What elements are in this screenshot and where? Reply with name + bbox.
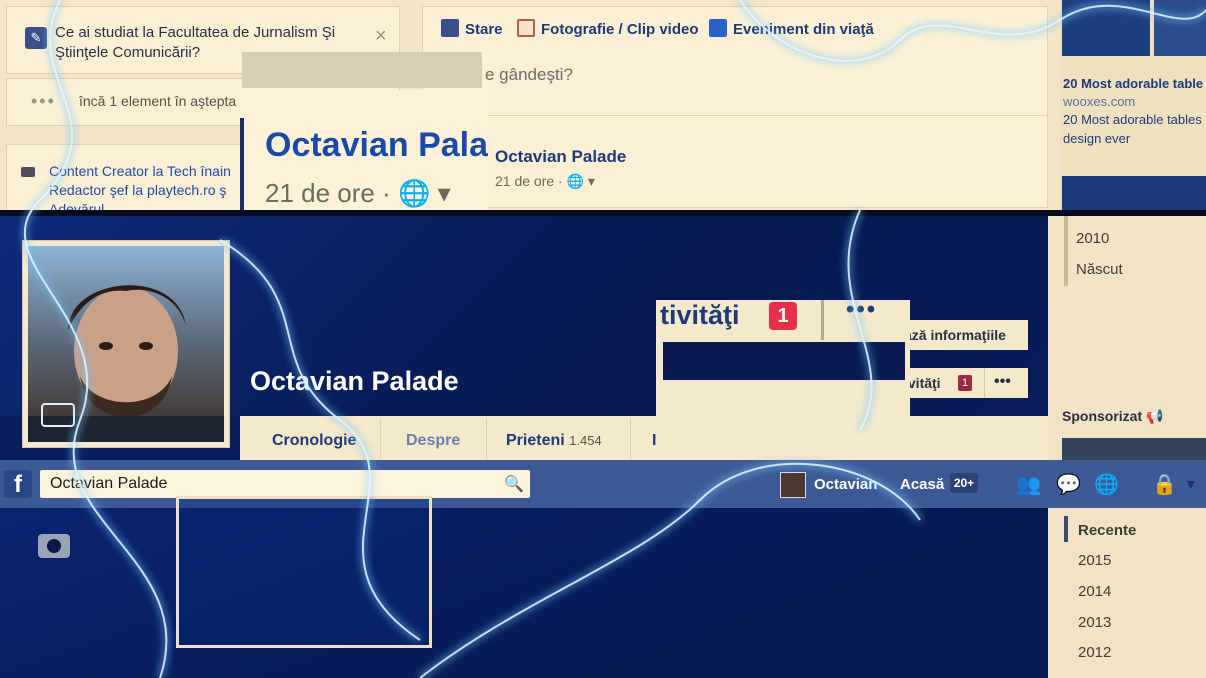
activity-zoom-panel: tivităţi 1 •••	[656, 296, 910, 416]
blank-bar	[242, 52, 482, 88]
search-value: Octavian Palade	[50, 475, 168, 492]
pencil-icon	[441, 19, 459, 37]
messages-icon[interactable]: 💬	[1056, 472, 1081, 497]
work-line[interactable]: Redactor şef la playtech.ro ş	[49, 182, 226, 198]
timeline-rail	[1064, 216, 1068, 286]
bottom-band: f Octavian Palade 🔍 Octavian Acasă 20+ 👥…	[0, 460, 1206, 678]
top-band: ✎ Ce ai studiat la Facultatea de Jurnali…	[0, 0, 1206, 210]
divider	[486, 418, 487, 460]
year-link[interactable]: 2015	[1078, 552, 1111, 569]
timeline-year-nav: 2010 Născut Sponsorizat 📢	[1048, 216, 1206, 460]
ad-link[interactable]: 20 Most adorable table	[1063, 76, 1203, 91]
facebook-logo-icon[interactable]: f	[4, 470, 32, 498]
year-link[interactable]: 2012	[1078, 644, 1111, 661]
zoomed-timestamp: 21 de ore · 🌐 ▾	[265, 178, 451, 208]
selected-indicator	[1064, 516, 1068, 542]
photo-icon	[517, 19, 535, 37]
flag-icon	[709, 19, 727, 37]
cover-photo[interactable]	[0, 508, 1048, 678]
privacy-lock-icon[interactable]: 🔒	[1152, 472, 1177, 497]
status-composer: Stare Fotografie / Clip video Eveniment …	[422, 6, 1048, 208]
sponsored-heading: Sponsorizat 📢	[1062, 408, 1163, 425]
zoomed-post-header: Octavian Pala 21 de ore · 🌐 ▾	[240, 90, 488, 210]
avatar	[780, 472, 806, 498]
tab-friends[interactable]: Prieteni 1.454	[506, 432, 602, 450]
nav-home-link[interactable]: Acasă	[900, 476, 944, 493]
divider	[821, 300, 824, 340]
zoomed-author[interactable]: Octavian Pala	[265, 126, 488, 165]
year-link[interactable]: 2014	[1078, 583, 1111, 600]
pending-items-text[interactable]: încă 1 element în aştepta	[79, 93, 236, 109]
tab-more[interactable]: I	[652, 432, 656, 450]
profile-header-band: Octavian Palade Cronologie Despre Priete…	[0, 210, 1206, 466]
profile-picture-placeholder[interactable]	[176, 496, 432, 648]
divider	[630, 418, 631, 460]
briefcase-icon	[21, 167, 35, 177]
more-dots-icon: •••	[31, 91, 56, 111]
divider	[423, 115, 1047, 116]
composer-tab-label: Stare	[465, 21, 503, 38]
close-icon[interactable]: ×	[375, 25, 387, 48]
tab-about[interactable]: Despre	[406, 432, 460, 450]
work-line[interactable]: Content Creator la Tech înain	[49, 163, 231, 179]
post-timestamp[interactable]: 21 de ore · 🌐 ▾	[495, 173, 595, 190]
home-count-badge: 20+	[950, 473, 978, 493]
composer-input[interactable]: e gândeşti?	[485, 65, 573, 85]
year-link-recent[interactable]: Recente	[1078, 522, 1136, 539]
profile-picture[interactable]	[22, 240, 230, 448]
more-options-button-zoomed[interactable]: •••	[846, 296, 877, 324]
notifications-globe-icon[interactable]: 🌐	[1094, 472, 1119, 497]
year-link[interactable]: Născut	[1076, 261, 1123, 278]
more-options-button[interactable]: •••	[994, 373, 1011, 391]
post-author[interactable]: Octavian Palade	[495, 147, 626, 167]
camera-icon[interactable]	[38, 534, 70, 558]
right-ad-column: 20 Most adorable table wooxes.com 20 Mos…	[1060, 0, 1206, 210]
megaphone-icon: 📢	[1146, 408, 1164, 424]
search-input[interactable]: Octavian Palade 🔍	[40, 470, 530, 498]
composer-tab-photo[interactable]: Fotografie / Clip video	[517, 19, 699, 38]
divider	[984, 368, 985, 398]
ad-link[interactable]: 20 Most adorable tables	[1063, 112, 1202, 127]
year-link[interactable]: 2013	[1078, 614, 1111, 631]
divider	[380, 418, 381, 460]
activity-label-zoomed[interactable]: tivităţi	[660, 300, 740, 331]
ad-thumbnail[interactable]	[1062, 0, 1150, 56]
profile-tabs: Cronologie Despre Prieteni 1.454 I	[240, 416, 1048, 460]
activity-log-button[interactable]: ivităţi 1 •••	[898, 368, 1028, 398]
friends-count: 1.454	[569, 433, 602, 448]
composer-tab-label: Fotografie / Clip video	[541, 21, 699, 38]
ad-thumbnail[interactable]	[1062, 438, 1206, 460]
profile-name[interactable]: Octavian Palade	[250, 366, 459, 397]
activity-badge: 1	[958, 375, 972, 391]
ad-thumbnail[interactable]	[1062, 176, 1206, 210]
ad-link[interactable]: design ever	[1063, 131, 1130, 146]
ad-domain: wooxes.com	[1063, 94, 1136, 109]
composer-tab-life-event[interactable]: Eveniment din viaţă	[709, 19, 874, 38]
tab-friends-label: Prieteni	[506, 432, 565, 449]
sponsored-label: Sponsorizat	[1062, 408, 1143, 424]
year-link[interactable]: 2010	[1076, 230, 1109, 247]
composer-tab-status[interactable]: Stare	[441, 19, 503, 38]
divider	[240, 118, 244, 210]
friend-requests-icon[interactable]: 👥	[1016, 472, 1041, 497]
work-line[interactable]: Adevărul	[49, 201, 104, 210]
pencil-icon: ✎	[25, 27, 47, 49]
ad-thumbnail[interactable]	[1154, 0, 1206, 56]
camera-lens	[47, 539, 61, 553]
search-icon[interactable]: 🔍	[504, 474, 524, 494]
update-info-button[interactable]: ază informaţiile	[898, 320, 1028, 350]
tab-timeline[interactable]: Cronologie	[272, 432, 356, 450]
timeline-year-nav: Recente 2015 2014 2013 2012	[1048, 508, 1206, 678]
activity-badge-zoomed: 1	[769, 302, 797, 330]
composer-tab-label: Eveniment din viaţă	[733, 21, 874, 38]
camera-icon[interactable]	[41, 403, 75, 427]
dark-bar	[663, 342, 905, 380]
chevron-down-icon[interactable]: ▼	[1184, 476, 1198, 492]
nav-user-name: Octavian	[814, 476, 878, 493]
